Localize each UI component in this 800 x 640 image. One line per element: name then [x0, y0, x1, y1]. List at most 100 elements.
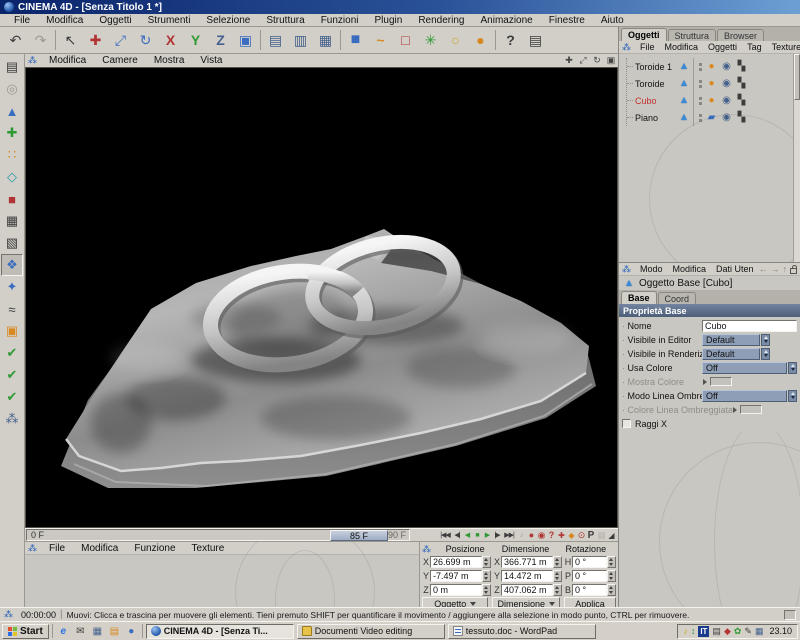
compositing-tag-icon[interactable]: ◉ [719, 78, 734, 89]
object-row-toroide[interactable]: Toroide ▲ ● ◉ ▚ [627, 75, 800, 92]
mm-menu-file[interactable]: File [41, 543, 73, 554]
workplane-toggle-icon[interactable]: ✔ [1, 386, 23, 408]
x-axis-lock-icon[interactable]: X [158, 29, 183, 52]
move-tool-icon[interactable]: ✚ [83, 29, 108, 52]
stop-icon[interactable]: ■ [472, 530, 482, 541]
vp-menu-camere[interactable]: Camere [94, 55, 146, 66]
ati-tray-icon[interactable]: ◆ [724, 624, 731, 639]
ie-icon[interactable]: e [56, 624, 71, 638]
nome-input[interactable]: Cubo [702, 319, 797, 332]
add-modifier-icon[interactable]: ✳ [418, 29, 443, 52]
vp-menu-vista[interactable]: Vista [192, 55, 230, 66]
language-indicator[interactable]: IT [698, 625, 710, 637]
object-type-icon[interactable]: ▲ [677, 78, 691, 89]
visibile-editor-dropdown[interactable]: Default [702, 333, 760, 346]
compositing-tag-icon[interactable]: ◉ [719, 61, 734, 72]
object-row-cubo[interactable]: Cubo ▲ ● ◉ ▚ [627, 92, 800, 109]
am-section-header[interactable]: Proprietà Base [619, 304, 800, 317]
y-axis-lock-icon[interactable]: Y [183, 29, 208, 52]
particles-icon[interactable]: ⁂ [1, 408, 23, 430]
visibile-renderizzatore-dropdown[interactable]: Default [702, 347, 760, 360]
title-bar[interactable]: CINEMA 4D - [Senza Titolo 1 *] [0, 0, 800, 14]
animation-mode-icon[interactable]: ✦ [1, 276, 23, 298]
texture-mode-icon[interactable]: ▦ [1, 210, 23, 232]
key-pla-icon[interactable]: ▦ [596, 530, 606, 541]
om-menu-tag[interactable]: Tag [742, 42, 767, 52]
show-desktop-icon[interactable]: ▦ [90, 624, 105, 638]
dropdown-spinner-icon[interactable] [761, 333, 770, 346]
timeline-slider[interactable]: 85 F [330, 530, 388, 541]
menu-plugin[interactable]: Plugin [367, 15, 411, 26]
context-help-icon[interactable]: ? [498, 29, 523, 52]
zoom-view-icon[interactable]: ⤢ [576, 55, 590, 66]
taskbar-task-wordpad[interactable]: tessuto.doc - WordPad [447, 623, 596, 639]
object-type-icon[interactable]: ▲ [677, 95, 691, 106]
model-mode-icon[interactable]: ▲ [1, 100, 23, 122]
dimension-x-stepper[interactable] [553, 555, 562, 568]
redo-icon[interactable]: ↷ [28, 29, 53, 52]
menu-modifica[interactable]: Modifica [38, 15, 91, 26]
render-picture-viewer-icon[interactable]: ▥ [288, 29, 313, 52]
rotation-p-stepper[interactable] [607, 569, 616, 582]
vp-menu-modifica[interactable]: Modifica [41, 55, 94, 66]
record-objects-icon[interactable]: ◉ [536, 530, 546, 541]
om-menu-modifica[interactable]: Modifica [660, 42, 704, 52]
mm-menu-modifica[interactable]: Modifica [73, 543, 126, 554]
dropdown-spinner-icon[interactable] [761, 347, 770, 360]
menu-finestre[interactable]: Finestre [541, 15, 593, 26]
tablet-icon[interactable]: ✎ [744, 624, 752, 639]
add-nurbs-icon[interactable]: ● [468, 29, 493, 52]
add-primitive-cube-icon[interactable]: ■ [343, 29, 368, 52]
menu-selezione[interactable]: Selezione [198, 15, 258, 26]
tab-coord[interactable]: Coord [657, 292, 697, 304]
dropdown-spinner-icon[interactable] [788, 361, 797, 374]
prev-frame-icon[interactable]: ◀| [452, 530, 462, 541]
tab-oggetti[interactable]: Oggetti [621, 28, 667, 41]
mail-icon[interactable]: ✉ [73, 624, 88, 638]
dropdown-spinner-icon[interactable] [788, 389, 797, 402]
undo-icon[interactable]: ↶ [3, 29, 28, 52]
resize-grip[interactable] [784, 609, 796, 620]
menu-animazione[interactable]: Animazione [472, 15, 540, 26]
object-row-toroide1[interactable]: Toroide 1 ▲ ● ◉ ▚ [627, 58, 800, 75]
rotation-b-input[interactable]: 0 ° [572, 583, 607, 596]
goto-start-icon[interactable]: |◀◀ [438, 530, 452, 541]
polygons-mode-icon[interactable]: ■ [1, 188, 23, 210]
history-icon[interactable]: ◎ [1, 78, 23, 100]
scrollbar-thumb[interactable] [794, 54, 800, 100]
scheduler-icon[interactable]: ▦ [755, 624, 764, 639]
printer-icon[interactable]: ▤ [712, 624, 721, 639]
key-scale-icon[interactable]: ◆ [566, 530, 576, 541]
system-utility-icon[interactable]: ✿ [734, 624, 742, 639]
key-rotation-icon[interactable]: ⊙ [576, 530, 586, 541]
menu-aiuto[interactable]: Aiuto [593, 15, 632, 26]
rotation-h-stepper[interactable] [607, 555, 616, 568]
vp-menu-mostra[interactable]: Mostra [146, 55, 193, 66]
start-button[interactable]: Start [2, 623, 49, 639]
record-icon[interactable]: ● [526, 530, 536, 541]
pan-view-icon[interactable]: ✚ [562, 55, 576, 66]
lock-icon[interactable] [790, 264, 798, 274]
media-player-icon[interactable]: ● [124, 624, 139, 638]
expand-arrow-icon[interactable] [703, 378, 707, 385]
om-menu-file[interactable]: File [635, 42, 660, 52]
mm-menu-texture[interactable]: Texture [184, 543, 233, 554]
autokey-help-icon[interactable]: ? [546, 530, 556, 541]
object-mode-icon[interactable]: ❖ [1, 254, 23, 276]
am-menu-dati-utente[interactable]: Dati Uten [711, 264, 759, 274]
dimension-x-input[interactable]: 366.771 m [501, 555, 553, 568]
selection-filter-icon[interactable]: ▣ [1, 320, 23, 342]
rotate-tool-icon[interactable]: ↻ [133, 29, 158, 52]
z-axis-lock-icon[interactable]: Z [208, 29, 233, 52]
menu-strumenti[interactable]: Strumenti [140, 15, 199, 26]
points-mode-icon[interactable]: ∷ [1, 144, 23, 166]
volume-icon[interactable]: ♪ [683, 624, 688, 639]
object-type-icon[interactable]: ▲ [677, 61, 691, 72]
key-position-icon[interactable]: ✚ [556, 530, 566, 541]
colore-linea-swatch[interactable] [740, 405, 762, 414]
am-menu-modifica[interactable]: Modifica [668, 264, 712, 274]
object-axis-mode-icon[interactable]: ✚ [1, 122, 23, 144]
compositing-tag-icon[interactable]: ◉ [719, 95, 734, 106]
om-menu-oggetti[interactable]: Oggetti [703, 42, 742, 52]
position-x-input[interactable]: 26.699 m [430, 555, 482, 568]
